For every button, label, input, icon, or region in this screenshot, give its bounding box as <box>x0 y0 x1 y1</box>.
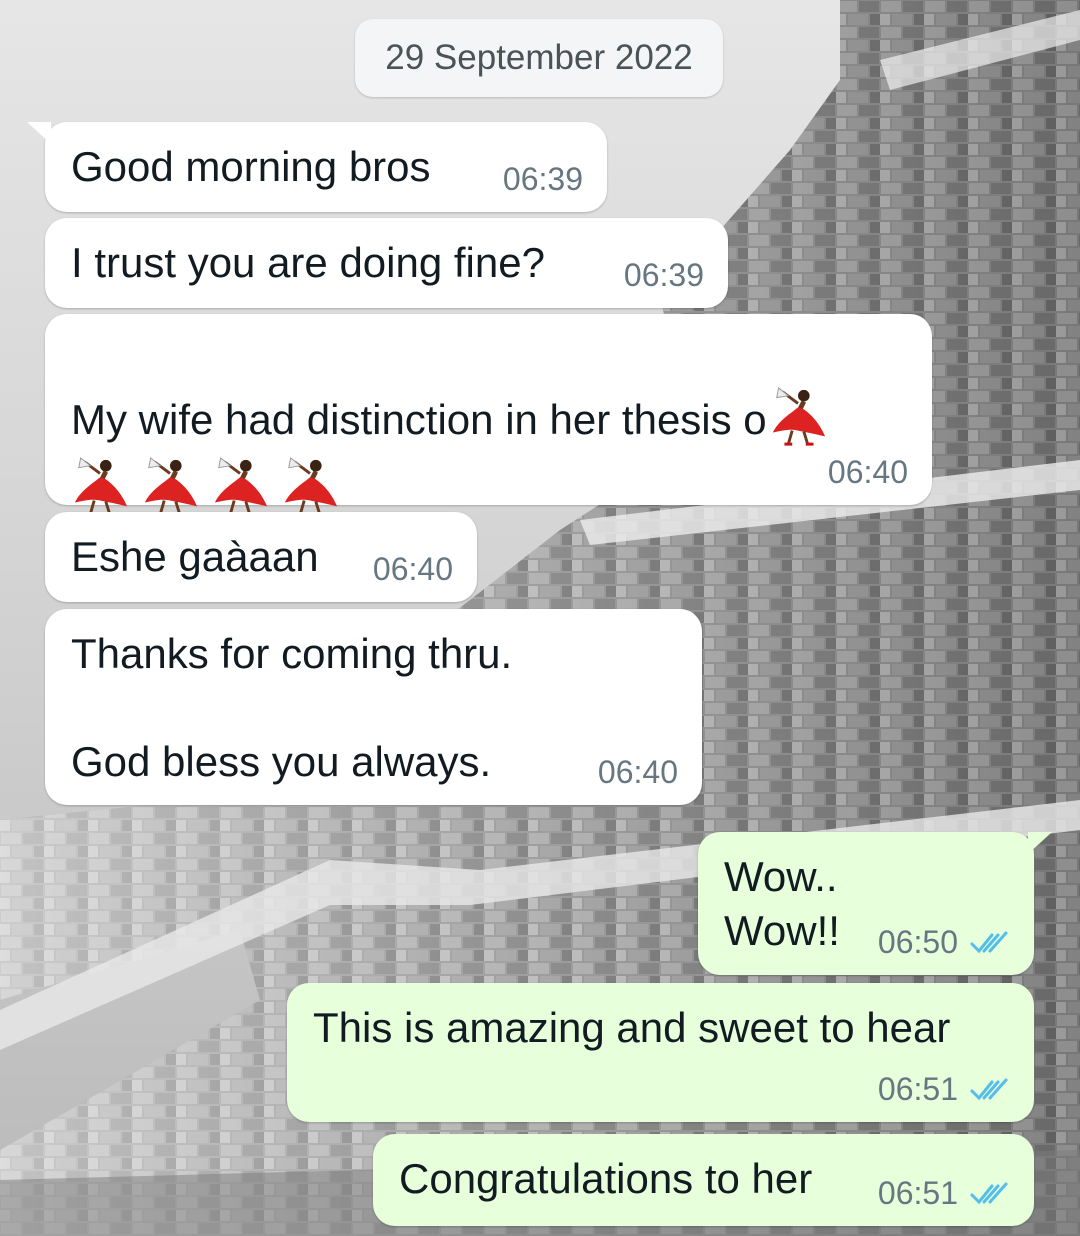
date-label: 29 September 2022 <box>385 38 693 77</box>
incoming-message[interactable]: My wife had distinction in her thesis o … <box>45 314 932 516</box>
message-text-content: My wife had distinction in her thesis o <box>71 396 767 443</box>
message-meta: 06:50 <box>878 924 1010 961</box>
emoji-row <box>71 456 906 518</box>
message-meta: 06:40 <box>598 754 678 791</box>
double-check-read-icon <box>970 1078 1008 1100</box>
outgoing-message[interactable]: Wow.. Wow!! 06:50 <box>698 832 1052 975</box>
woman-dancing-icon <box>74 457 128 516</box>
message-time: 06:39 <box>623 257 704 293</box>
message-meta: 06:40 <box>828 454 908 491</box>
woman-dancing-icon <box>214 457 268 516</box>
message-meta: 06:40 <box>373 551 453 588</box>
incoming-message[interactable]: Eshe gaàaan 06:40 <box>45 512 477 602</box>
message-time: 06:40 <box>597 754 678 790</box>
incoming-message[interactable]: Good morning bros 06:39 <box>27 122 607 212</box>
message-time: 06:40 <box>827 454 908 490</box>
date-separator: 29 September 2022 <box>355 19 723 97</box>
message-text: This is amazing and sweet to hear <box>313 1004 951 1051</box>
message-time: 06:40 <box>372 551 453 587</box>
message-meta: 06:39 <box>503 161 583 198</box>
message-text: I trust you are doing fine? <box>71 239 545 286</box>
bubble-tail <box>27 122 51 144</box>
woman-dancing-icon <box>144 457 198 516</box>
message-time: 06:51 <box>877 1071 958 1107</box>
outgoing-message[interactable]: Congratulations to her 06:51 <box>373 1134 1034 1226</box>
message-meta: 06:51 <box>878 1071 1010 1108</box>
message-time: 06:50 <box>877 924 958 960</box>
message-time: 06:39 <box>502 161 583 197</box>
incoming-message[interactable]: Thanks for coming thru. God bless you al… <box>45 609 702 805</box>
message-time: 06:51 <box>877 1175 958 1211</box>
bubble-tail <box>1028 832 1052 854</box>
message-text: My wife had distinction in her thesis o <box>71 332 906 448</box>
double-check-read-icon <box>970 931 1008 953</box>
incoming-message[interactable]: I trust you are doing fine? 06:39 <box>45 218 728 308</box>
woman-dancing-icon <box>284 457 338 516</box>
woman-dancing-icon <box>772 387 825 446</box>
outgoing-message[interactable]: This is amazing and sweet to hear 06:51 <box>287 983 1034 1122</box>
double-check-read-icon <box>970 1182 1008 1204</box>
message-text: Thanks for coming thru. God bless you al… <box>71 630 513 785</box>
message-meta: 06:51 <box>878 1175 1010 1212</box>
message-meta: 06:39 <box>624 257 704 294</box>
